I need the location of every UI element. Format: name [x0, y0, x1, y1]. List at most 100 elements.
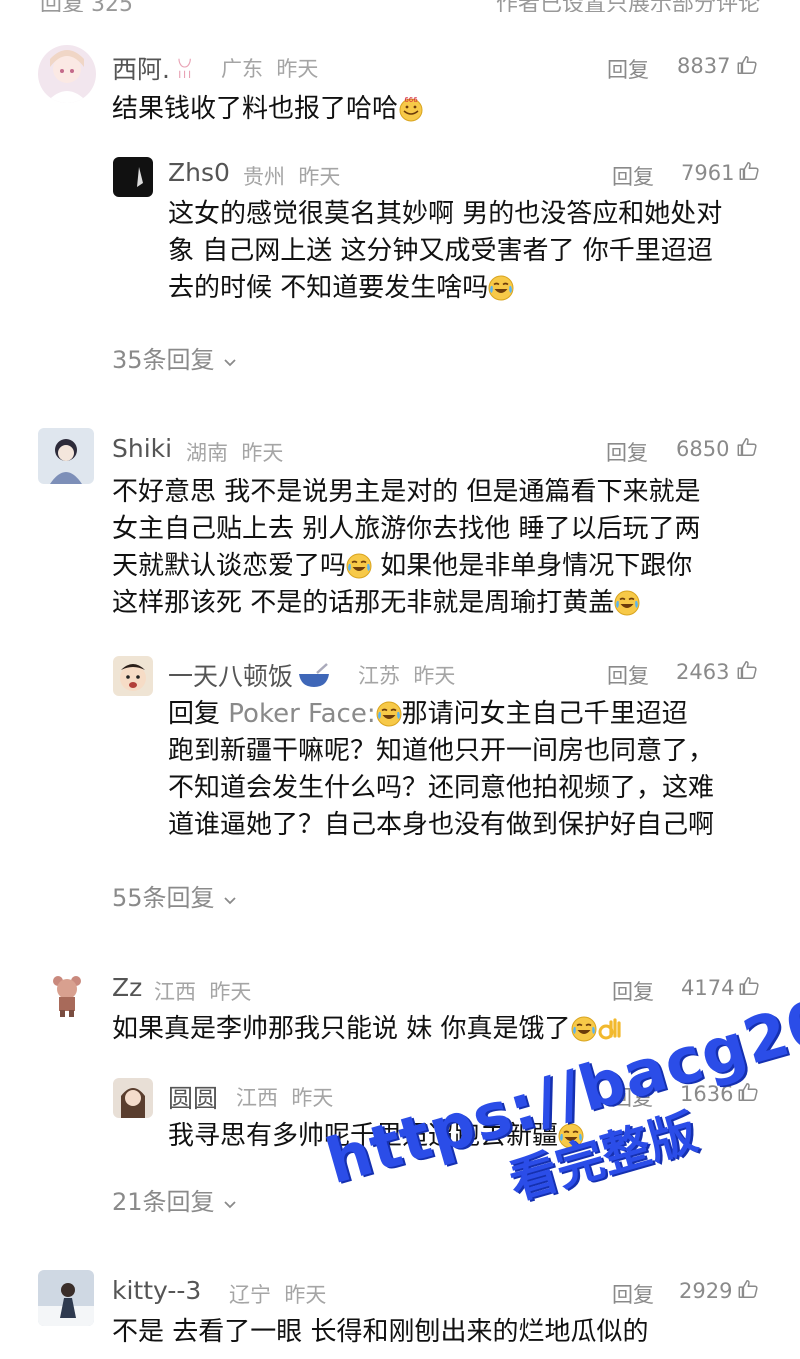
like-count: 7961 — [681, 161, 735, 185]
username[interactable]: 西阿. ꈍ — [112, 50, 193, 86]
reply-avatar[interactable] — [113, 157, 153, 197]
thumb-up-icon[interactable] — [737, 1081, 759, 1103]
reply-meta: 江苏 昨天 — [358, 660, 455, 690]
thumb-up-icon[interactable] — [738, 160, 760, 182]
text-line: 不好意思 我不是说男主是对的 但是通篇看下来就是 — [112, 477, 701, 507]
comment-text: 不好意思 我不是说男主是对的 但是通篇看下来就是 女主自己贴上去 别人旅游你去找… — [112, 474, 772, 622]
avatar[interactable] — [40, 965, 94, 1019]
top-strip: 回复 325 作者已设置只展示部分评论 — [0, 0, 800, 12]
chevron-down-icon — [222, 1196, 238, 1212]
reply-to-user[interactable]: Poker Face: — [228, 699, 375, 729]
reply-meta: 贵州 昨天 — [243, 161, 340, 191]
laugh-cry-emoji-icon — [614, 590, 640, 616]
text-line: 跑到新疆干嘛呢？知道他只开一间房也同意了， — [168, 736, 715, 766]
avatar-image — [38, 1270, 94, 1326]
text-line: 女主自己贴上去 别人旅游你去找他 睡了以后玩了两 — [112, 514, 701, 544]
avatar-image — [38, 428, 94, 484]
text-line-content: 那请问女主自己千里迢迢 — [401, 699, 688, 729]
reply-text: 我寻思有多帅呢千里迢迢跑去新疆 — [168, 1118, 768, 1155]
username[interactable]: Zz — [112, 973, 142, 1002]
like-count: 1636 — [680, 1082, 734, 1106]
text-line: 不知道会发生什么吗？还同意他拍视频了，这难 — [168, 773, 715, 803]
reply-button[interactable]: 回复 — [611, 1082, 653, 1112]
reply-text: 这女的感觉很莫名其妙啊 男的也没答应和她处对 象 自己网上送 这分钟又成受害者了… — [168, 196, 768, 307]
text-line-content: 去的时候 不知道要发生啥吗 — [168, 273, 489, 303]
like-count: 8837 — [677, 54, 731, 78]
reply-button[interactable]: 回复 — [612, 1279, 654, 1309]
timestamp: 昨天 — [291, 1086, 334, 1110]
timestamp: 昨天 — [241, 441, 284, 465]
comment-meta: 江西 昨天 — [154, 976, 251, 1006]
thumb-up-icon[interactable] — [737, 1278, 759, 1300]
laugh-cry-emoji-icon — [376, 701, 402, 727]
reply-prefix: 回复 — [168, 699, 221, 729]
reply-button[interactable]: 回复 — [612, 161, 654, 191]
more-replies-label: 35条回复 — [112, 346, 215, 374]
text-line: 这样那该死 不是的话那无非就是周瑜打黄盖 — [112, 585, 772, 622]
reply-avatar-image — [113, 157, 153, 197]
reply-username[interactable]: 圆圆 — [168, 1079, 218, 1115]
laugh-cry-emoji-icon — [571, 1016, 597, 1042]
username[interactable]: kitty--3 — [112, 1276, 201, 1305]
svg-text:666: 666 — [404, 96, 418, 104]
like-count: 2463 — [676, 660, 730, 684]
like-count: 4174 — [681, 976, 735, 1000]
more-replies-link[interactable]: 55条回复 — [112, 878, 238, 913]
avatar[interactable] — [38, 428, 94, 484]
laugh-cry-emoji-icon — [558, 1123, 584, 1149]
more-replies-link[interactable]: 21条回复 — [112, 1182, 238, 1217]
comment-text-content: 结果钱收了料也报了哈哈 — [112, 94, 399, 124]
comment-text: 结果钱收了料也报了哈哈 666 — [112, 91, 752, 128]
thumb-up-icon[interactable] — [736, 659, 758, 681]
comment-text: 不是 去看了一眼 长得和刚刨出来的烂地瓜似的 — [112, 1317, 649, 1347]
avatar-image — [40, 965, 94, 1019]
avatar[interactable] — [38, 45, 96, 103]
reply-avatar-image — [113, 656, 153, 696]
reply-avatar[interactable] — [113, 1078, 153, 1118]
reply-text: 回复 Poker Face: 那请问女主自己千里迢迢 跑到新疆干嘛呢？知道他只开一… — [168, 696, 768, 844]
reply-avatar[interactable] — [113, 656, 153, 696]
comment-meta: 辽宁 昨天 — [229, 1279, 326, 1309]
text-line: 道谁逼她了？自己本身也没有做到保护好自己啊 — [168, 810, 715, 840]
comment-count-label: 回复 325 — [40, 0, 133, 12]
thumb-up-icon[interactable] — [736, 54, 758, 76]
reply-meta: 江西 昨天 — [236, 1082, 333, 1112]
reply-username[interactable]: 一天八顿饭 — [168, 657, 331, 693]
author-notice: 作者已设置只展示部分评论 — [496, 0, 760, 12]
timestamp: 昨天 — [276, 57, 319, 81]
username[interactable]: Shiki — [112, 434, 172, 463]
location: 辽宁 — [229, 1283, 271, 1307]
laugh-cry-emoji-icon — [346, 553, 372, 579]
more-replies-link[interactable]: 35条回复 — [112, 340, 238, 375]
avatar[interactable] — [38, 1270, 94, 1326]
rice-bowl-icon — [299, 663, 330, 687]
timestamp: 昨天 — [413, 664, 456, 688]
text-line-content: 如果他是非单身情况下跟你 — [372, 551, 693, 581]
location: 江西 — [236, 1086, 278, 1110]
reply-button[interactable]: 回复 — [607, 54, 649, 84]
avatar-image — [38, 45, 96, 103]
location: 江西 — [154, 980, 196, 1004]
ok-hand-emoji-icon — [598, 1018, 621, 1040]
location: 江苏 — [358, 664, 400, 688]
reply-button[interactable]: 回复 — [606, 437, 648, 467]
reply-button[interactable]: 回复 — [612, 976, 654, 1006]
fan-badge-icon: ꈍ — [175, 59, 194, 84]
timestamp: 昨天 — [298, 165, 341, 189]
timestamp: 昨天 — [284, 1283, 327, 1307]
username-text: 一天八顿饭 — [168, 662, 294, 691]
text-line: 回复 Poker Face: 那请问女主自己千里迢迢 — [168, 696, 768, 733]
timestamp: 昨天 — [209, 980, 252, 1004]
comment-meta: 湖南 昨天 — [186, 437, 283, 467]
thumb-up-icon[interactable] — [736, 436, 758, 458]
laugh-cry-emoji-icon — [488, 275, 514, 301]
text-line: 这女的感觉很莫名其妙啊 男的也没答应和她处对 — [168, 199, 723, 229]
more-replies-label: 55条回复 — [112, 884, 215, 912]
chevron-down-icon — [222, 354, 238, 370]
comment-text: 如果真是李帅那我只能说 妹 你真是饿了 — [112, 1011, 752, 1048]
reply-username[interactable]: Zhs0 — [168, 158, 230, 187]
text-line-content: 这样那该死 不是的话那无非就是周瑜打黄盖 — [112, 588, 615, 618]
reply-button[interactable]: 回复 — [607, 660, 649, 690]
location: 贵州 — [243, 165, 285, 189]
thumb-up-icon[interactable] — [738, 975, 760, 997]
